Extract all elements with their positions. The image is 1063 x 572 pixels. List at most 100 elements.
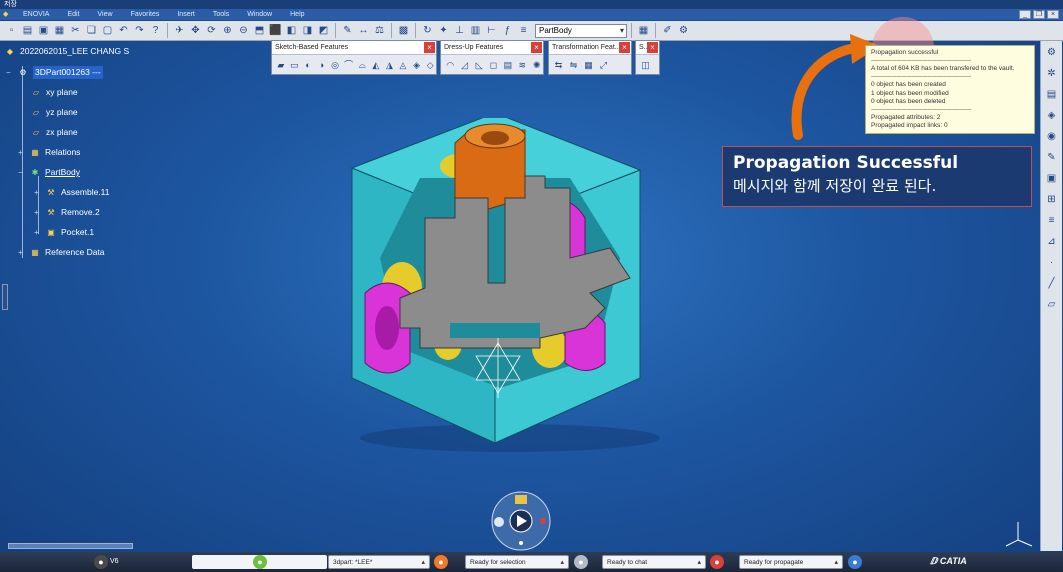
camera-icon[interactable]: ▩ [396, 23, 411, 38]
expand-icon[interactable]: + [34, 186, 41, 199]
chat-app-icon[interactable]: ● [574, 555, 588, 569]
remove-face-icon[interactable]: ✺ [531, 59, 543, 72]
tree-item-yz-plane[interactable]: ▱ yz plane [30, 106, 78, 119]
minimize-icon[interactable]: _ [1019, 10, 1031, 19]
hide-show-icon[interactable]: ◨ [300, 23, 315, 38]
menu-enovia[interactable]: ENOVIA [14, 9, 58, 20]
pan-icon[interactable]: ✥ [188, 23, 203, 38]
collapse-icon[interactable]: − [6, 66, 13, 79]
constraint-icon[interactable]: ⊢ [484, 23, 499, 38]
split-icon[interactable]: ◫ [639, 59, 652, 72]
expand-icon[interactable]: + [18, 246, 25, 259]
3d-model-viewport[interactable] [340, 118, 670, 458]
line-icon[interactable]: ⊞ [1044, 192, 1059, 207]
tree-item-reference-data[interactable]: + ▦ Reference Data [18, 246, 105, 259]
whats-this-icon[interactable]: ? [148, 23, 163, 38]
tree-item-xy-plane[interactable]: ▱ xy plane [30, 86, 78, 99]
swap-visible-icon[interactable]: ◩ [316, 23, 331, 38]
loft-icon[interactable]: ◮ [384, 59, 396, 72]
tree-item-pocket[interactable]: + ▣ Pocket.1 [34, 226, 94, 239]
draw-plane-icon[interactable]: ▱ [1044, 297, 1059, 312]
cut-icon[interactable]: ✂ [68, 23, 83, 38]
remove-loft-icon[interactable]: ◬ [397, 59, 409, 72]
draft-icon[interactable]: ◺ [473, 59, 485, 72]
restore-icon[interactable]: ❐ [1033, 10, 1045, 19]
gear-icon[interactable]: ✲ [1044, 66, 1059, 81]
table-icon[interactable]: ▥ [468, 23, 483, 38]
thread-icon[interactable]: ≋ [516, 59, 528, 72]
shaft-icon[interactable]: ◐ [302, 59, 314, 72]
green-app-icon[interactable]: ● [253, 555, 267, 569]
blue-app-icon[interactable]: ● [848, 555, 862, 569]
iso-view-icon[interactable]: ⬛ [268, 23, 283, 38]
menu-favorites[interactable]: Favorites [122, 9, 169, 20]
rib-icon[interactable]: ⌒ [343, 59, 355, 72]
analysis-icon[interactable]: ✎ [1044, 150, 1059, 165]
tree-item-zx-plane[interactable]: ▱ zx plane [30, 126, 78, 139]
grid-icon[interactable]: ▦ [636, 23, 651, 38]
scale-icon[interactable]: ⤢ [597, 59, 610, 72]
menu-insert[interactable]: Insert [168, 9, 204, 20]
groove-icon[interactable]: ◑ [316, 59, 328, 72]
open-icon[interactable]: ▤ [20, 23, 35, 38]
taskbar-item-3dpart[interactable]: 3dpart: *LEE* ▴ [328, 555, 430, 569]
hole-icon[interactable]: ◎ [329, 59, 341, 72]
thickness-icon[interactable]: ▤ [502, 59, 514, 72]
tree-collapse-handle[interactable] [2, 284, 8, 310]
formula-icon[interactable]: ƒ [500, 23, 515, 38]
close-icon[interactable]: × [424, 42, 435, 53]
pad-icon[interactable]: ▰ [275, 59, 287, 72]
tree-root[interactable]: ◆ 2022062015_LEE CHANG S [4, 45, 129, 58]
v6-logo-icon[interactable]: ● [94, 555, 108, 569]
point-icon[interactable]: ▣ [1044, 171, 1059, 186]
zoom-in-icon[interactable]: ⊕ [220, 23, 235, 38]
taskbar-item-propagate[interactable]: Ready for propagate ▴ [739, 555, 843, 569]
fillet-icon[interactable]: ◠ [444, 59, 456, 72]
tools-icon[interactable]: ⚙ [676, 23, 691, 38]
sketcher-icon[interactable]: ✎ [340, 23, 355, 38]
orange-app-icon[interactable]: ● [434, 555, 448, 569]
shading-icon[interactable]: ◧ [284, 23, 299, 38]
multi-pad-icon[interactable]: ◇ [424, 59, 436, 72]
quick-view-icon[interactable]: ◉ [1044, 129, 1059, 144]
tree-item-assemble[interactable]: + ⚒ Assemble.11 [34, 186, 110, 199]
close-icon[interactable]: × [647, 42, 658, 53]
navigation-wheel[interactable] [489, 490, 553, 552]
chamfer-icon[interactable]: ◿ [458, 59, 470, 72]
rotate-icon[interactable]: ⟳ [204, 23, 219, 38]
fly-mode-icon[interactable]: ✈ [172, 23, 187, 38]
slot-icon[interactable]: ⌓ [356, 59, 368, 72]
zoom-out-icon[interactable]: ⊖ [236, 23, 251, 38]
print-icon[interactable]: ▦ [52, 23, 67, 38]
close-icon[interactable]: × [531, 42, 542, 53]
menu-help[interactable]: Help [281, 9, 313, 20]
draw-line-icon[interactable]: ╱ [1044, 276, 1059, 291]
new-icon[interactable]: ▫ [4, 23, 19, 38]
close-icon[interactable]: × [619, 42, 630, 53]
paste-icon[interactable]: ▢ [100, 23, 115, 38]
menu-view[interactable]: View [89, 9, 122, 20]
menu-window[interactable]: Window [238, 9, 281, 20]
taskbar-item-selection[interactable]: Ready for selection ▴ [465, 555, 569, 569]
expand-icon[interactable]: + [18, 146, 25, 159]
shell-icon[interactable]: ◻ [487, 59, 499, 72]
mirror-icon[interactable]: ⇋ [567, 59, 580, 72]
collapse-icon[interactable]: − [18, 166, 25, 179]
pocket-tool-icon[interactable]: ▭ [289, 59, 301, 72]
tree-item-partbody[interactable]: − ✱ PartBody [18, 166, 80, 179]
redo-icon[interactable]: ↷ [132, 23, 147, 38]
list-icon[interactable]: ≡ [516, 23, 531, 38]
copy-icon[interactable]: ❏ [84, 23, 99, 38]
workbench-select[interactable]: PartBody [535, 23, 627, 38]
tree-item-relations[interactable]: + ▦ Relations [18, 146, 80, 159]
measure-icon[interactable]: ↔ [356, 23, 371, 38]
refresh-icon[interactable]: ↻ [420, 23, 435, 38]
red-app-icon[interactable]: ● [710, 555, 724, 569]
close-icon[interactable]: × [1047, 10, 1059, 19]
apply-material-icon[interactable]: ◈ [1044, 108, 1059, 123]
save-icon[interactable]: ▣ [36, 23, 51, 38]
solid-combine-icon[interactable]: ◈ [411, 59, 423, 72]
paint-icon[interactable]: ✐ [660, 23, 675, 38]
pattern-icon[interactable]: ▦ [582, 59, 595, 72]
axis-icon[interactable]: ⊥ [452, 23, 467, 38]
